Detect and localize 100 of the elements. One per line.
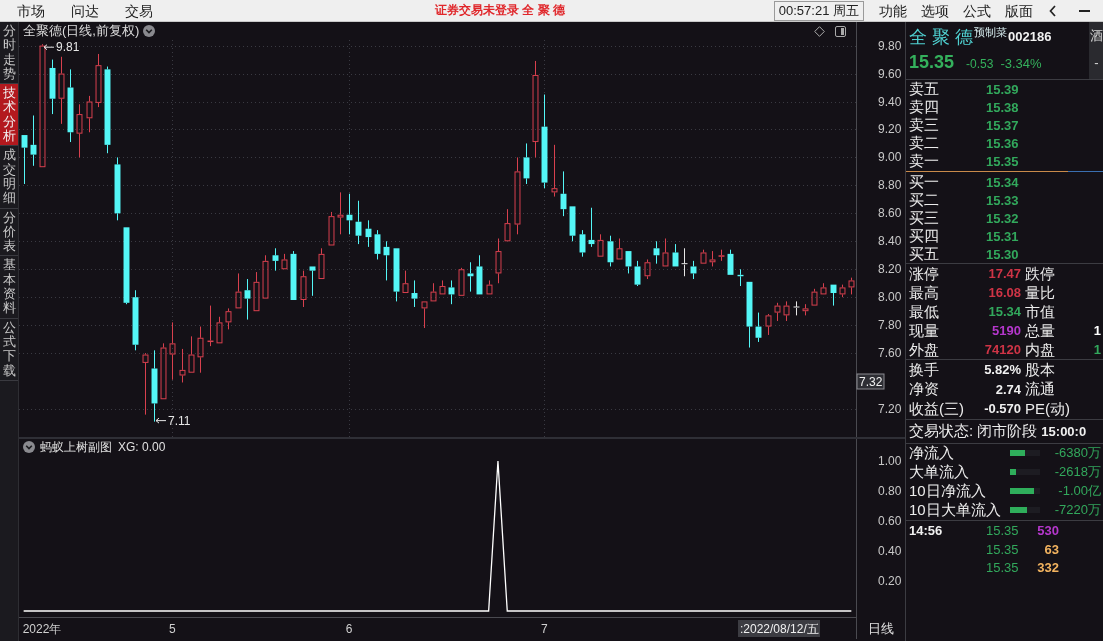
price-annotation: 7.11 xyxy=(168,413,191,428)
stat-label: 市值 xyxy=(1025,302,1055,321)
candle-wick xyxy=(796,300,797,316)
order-price: 15.33 xyxy=(986,192,1019,208)
toolbar-menu-item[interactable]: 选项 xyxy=(921,1,949,20)
candle-body xyxy=(625,251,632,267)
candle-body xyxy=(783,305,790,316)
axis-label: 9.40 xyxy=(878,94,902,109)
order-price: 15.38 xyxy=(986,99,1019,115)
order-level-label: 买五 xyxy=(909,245,940,263)
axis-label: 0.80 xyxy=(878,484,902,498)
order-level-label: 买一 xyxy=(909,173,940,191)
side-tab[interactable]: 分价表 xyxy=(0,208,18,257)
fund-flow-value: -6380万 xyxy=(1054,444,1102,462)
candle-wick xyxy=(721,249,722,262)
dropdown-icon[interactable] xyxy=(23,441,35,453)
candle-body xyxy=(458,269,465,296)
candle-wick xyxy=(182,348,183,383)
side-column-text: 酒 xyxy=(1090,28,1103,43)
axis-label: 0.20 xyxy=(878,574,902,588)
axis-label: 8.80 xyxy=(878,178,902,193)
side-tab[interactable]: 成交明细 xyxy=(0,146,18,209)
chevron-left-icon[interactable] xyxy=(1049,4,1056,17)
panel-layout-icon[interactable] xyxy=(835,25,846,37)
fund-flow-value: -1.00亿 xyxy=(1058,482,1102,500)
stat-label: 最高 xyxy=(909,283,939,302)
order-price: 15.31 xyxy=(986,228,1019,244)
menu-item[interactable]: 市场 xyxy=(17,1,45,20)
period-label[interactable]: 日线 xyxy=(868,621,894,636)
candle-wick xyxy=(498,238,499,284)
candle-wick xyxy=(554,144,555,198)
candle-wick xyxy=(684,247,685,277)
stat-label: 收益(三) xyxy=(909,399,964,418)
candle-body xyxy=(383,246,390,256)
toolbar-menu-item[interactable]: 公式 xyxy=(963,1,991,20)
candle-wick xyxy=(98,53,99,108)
candle-body xyxy=(328,216,335,246)
dropdown-icon[interactable] xyxy=(143,25,156,37)
candle-body xyxy=(727,253,734,275)
order-level-label: 卖二 xyxy=(909,134,940,152)
stat-value: 17.47 xyxy=(988,266,1021,281)
candle-body xyxy=(579,234,586,253)
minimize-icon[interactable] xyxy=(1079,9,1090,12)
candle-body xyxy=(160,347,167,400)
menu-item[interactable]: 问达 xyxy=(71,1,99,20)
side-tab[interactable]: 基本资料 xyxy=(0,256,18,319)
axis-label: 1.00 xyxy=(878,455,902,468)
candle-body xyxy=(272,255,279,261)
fund-flow-label: 10日大单流入 xyxy=(909,501,1002,519)
stat-value: 1 xyxy=(1093,342,1102,357)
order-price: 15.37 xyxy=(986,117,1019,133)
candle-wick xyxy=(647,258,648,280)
candle-body xyxy=(495,251,502,274)
candle-body xyxy=(244,290,251,299)
candle-body xyxy=(653,248,660,256)
menu-item[interactable]: 交易 xyxy=(125,1,153,20)
candle-body xyxy=(532,74,539,143)
candle-body xyxy=(597,239,604,257)
candle-wick xyxy=(33,115,34,167)
side-tab[interactable]: 技术分析 xyxy=(0,84,18,147)
candle-wick xyxy=(712,250,713,267)
candle-body xyxy=(30,144,37,155)
trade-volume: 530 xyxy=(1036,523,1059,539)
candle-body xyxy=(197,337,204,358)
toolbar-menu-item[interactable]: 功能 xyxy=(879,1,907,20)
fund-flow-label: 净流入 xyxy=(909,444,955,462)
candle-body xyxy=(86,101,93,119)
axis-label: 9.00 xyxy=(878,150,902,165)
order-price: 15.30 xyxy=(986,246,1019,262)
candle-body xyxy=(114,164,121,214)
candle-body xyxy=(514,171,521,225)
candle-wick xyxy=(386,240,387,281)
candle-body xyxy=(755,326,762,338)
candle-body xyxy=(467,273,474,277)
candle-wick xyxy=(210,305,211,347)
diamond-icon[interactable] xyxy=(814,25,825,37)
candle-wick xyxy=(275,247,276,272)
order-level-label: 卖一 xyxy=(909,152,940,170)
candle-wick xyxy=(377,229,378,260)
candle-wick xyxy=(842,284,843,298)
candle-wick xyxy=(89,95,90,133)
change-percent: -3.34% xyxy=(1000,56,1042,71)
candle-body xyxy=(644,262,651,277)
side-tab[interactable]: 分时走势 xyxy=(0,22,18,85)
stat-value: 5.82% xyxy=(984,362,1021,378)
candle-body xyxy=(300,276,307,300)
candle-wick xyxy=(591,207,592,248)
stat-label: 净资 xyxy=(909,380,939,399)
stat-label: 跌停 xyxy=(1025,264,1055,283)
trade-time: 14:56 xyxy=(909,523,943,539)
candle-body xyxy=(281,259,288,270)
side-tab[interactable]: 公式下载 xyxy=(0,318,18,381)
stat-label: 涨停 xyxy=(909,264,939,283)
candle-wick xyxy=(851,277,852,295)
candle-body xyxy=(486,284,493,295)
toolbar-menu-item[interactable]: 版面 xyxy=(1005,1,1033,20)
candle-body xyxy=(700,252,707,264)
candle-body xyxy=(737,274,744,277)
candle-body xyxy=(560,193,567,210)
order-level-label: 卖三 xyxy=(909,116,940,134)
